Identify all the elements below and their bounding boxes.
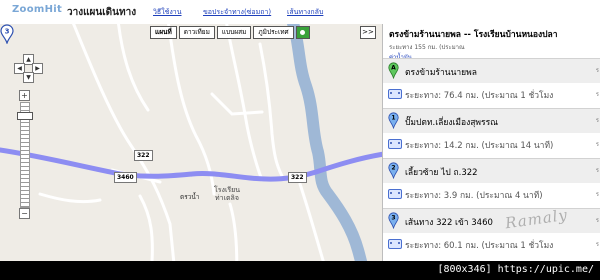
app-title: วางแผนเดินทาง [67, 7, 137, 18]
map-type-satellite[interactable]: ดาวเทียม [178, 26, 215, 39]
car-icon [388, 139, 402, 149]
route-shield-322-east: 322 [288, 172, 307, 183]
image-host-footer: [800x346] https://upic.me/ [0, 261, 600, 280]
footer-text[interactable]: [800x346] https://upic.me/ [437, 264, 594, 275]
distance-text: ระยะทาง: 3.9 กม. (ประมาณ 4 นาที) [405, 191, 543, 201]
pan-down-button[interactable]: ▼ [23, 72, 34, 83]
zoom-in-button[interactable]: + [19, 90, 30, 101]
directions-panel: ตรงข้ามร้านนายพล -- โรงเรียนบ้านหนองปลา … [382, 24, 600, 280]
return-route-link[interactable]: เส้นทางกลับ [287, 7, 323, 18]
distance-text: ระยะทาง: 14.2 กม. (ประมาณ 14 นาที) [405, 141, 554, 151]
distance-text: ระยะทาง: 60.1 กม. (ประมาณ 1 ชั่วโมง [405, 241, 554, 251]
svg-text:A: A [391, 65, 396, 72]
step-text: ปั๊มปตท.เลี่ยงเมืองสุพรรณ [405, 118, 499, 128]
map-type-hybrid[interactable]: แบบผสม [216, 26, 252, 39]
report-link[interactable]: ขอประจำทาง(ซ่อมถา) [203, 7, 271, 18]
school-label: โรงเรียน ท่าเตลิจ [214, 186, 240, 202]
route-title: ตรงข้ามร้านนายพล -- โรงเรียนบ้านหนองปลา [389, 30, 558, 40]
collapse-panel-button[interactable]: >> [360, 26, 376, 39]
map-type-map[interactable]: แผนที่ [150, 26, 177, 39]
step-text: เส้นทาง 322 เข้า 3460 [405, 218, 493, 228]
pin-2-icon: 2 [388, 162, 399, 179]
top-bar: ZoomHit วางแผนเดินทาง วิธีใช้งาน ขอประจำ… [0, 0, 600, 25]
step-distance: ระยะทาง: 76.4 กม. (ประมาณ 1 ชั่วโมง ร [383, 83, 600, 103]
car-icon [388, 239, 402, 249]
marker-number: 3 [5, 28, 10, 36]
pan-control: ▲ ◀ ▶ ▼ [14, 54, 43, 83]
map-tiles [0, 24, 382, 280]
traffic-toggle-icon[interactable] [295, 26, 310, 39]
route-marker-3[interactable]: 3 [0, 24, 14, 44]
map-canvas[interactable]: 322 3460 322 โรงเรียน ท่าเตลิจ 3 ตรวน้ำ … [0, 24, 382, 280]
route-shield-3460: 3460 [114, 172, 137, 183]
marker-label: ตรวน้ำ [180, 193, 200, 201]
help-link[interactable]: วิธีใช้งาน [153, 7, 182, 18]
step-distance: ระยะทาง: 60.1 กม. (ประมาณ 1 ชั่วโมง ร [383, 233, 600, 253]
zoom-out-button[interactable]: − [19, 208, 30, 219]
zoomhit-logo[interactable]: ZoomHit [12, 4, 62, 15]
direction-step[interactable]: 1 ปั๊มปตท.เลี่ยงเมืองสุพรรณ ร [383, 108, 600, 134]
pin-1-icon: 1 [388, 112, 399, 129]
svg-text:3: 3 [391, 215, 395, 222]
direction-step[interactable]: A ตรงข้ามร้านนายพล ร [383, 58, 600, 84]
zoom-slider-thumb[interactable] [17, 112, 33, 120]
pin-3-icon: 3 [388, 212, 399, 229]
step-more: ร [595, 67, 599, 74]
pin-a-icon: A [388, 62, 399, 79]
map-type-terrain[interactable]: ภูมิประเทศ [253, 26, 294, 39]
step-distance: ระยะทาง: 3.9 กม. (ประมาณ 4 นาที) ร [383, 183, 600, 203]
svg-text:1: 1 [391, 115, 395, 122]
distance-text: ระยะทาง: 76.4 กม. (ประมาณ 1 ชั่วโมง [405, 91, 554, 101]
step-text: เลี้ยวซ้าย ไป ถ.322 [405, 168, 478, 178]
svg-text:2: 2 [391, 165, 395, 172]
map-type-bar: แผนที่ ดาวเทียม แบบผสม ภูมิประเทศ [150, 26, 310, 39]
route-summary: ระยะทาง 155 กม. (ประมาณ [389, 44, 465, 51]
app-frame: ZoomHit วางแผนเดินทาง วิธีใช้งาน ขอประจำ… [0, 0, 600, 280]
direction-step[interactable]: 2 เลี้ยวซ้าย ไป ถ.322 ร [383, 158, 600, 184]
car-icon [388, 89, 402, 99]
step-text: ตรงข้ามร้านนายพล [405, 68, 477, 78]
route-shield-322: 322 [134, 150, 153, 161]
step-distance: ระยะทาง: 14.2 กม. (ประมาณ 14 นาที) ร [383, 133, 600, 153]
car-icon [388, 189, 402, 199]
